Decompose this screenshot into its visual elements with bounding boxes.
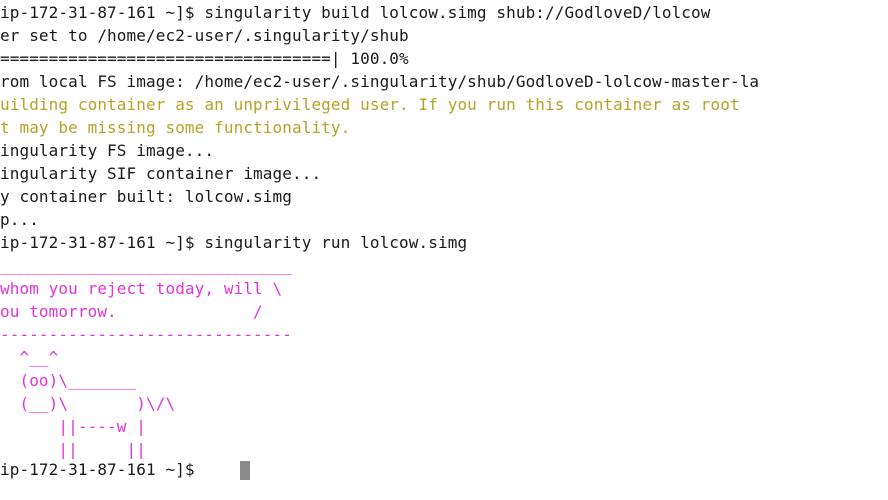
cowsay-bubble-bottom: ------------------------------ bbox=[0, 325, 292, 344]
text-cursor bbox=[240, 461, 250, 480]
cowsay-bubble-text: whom you reject today, will \ bbox=[0, 279, 283, 298]
progress-line: ==================================| 100.… bbox=[0, 49, 409, 68]
warning-line: uilding container as an unprivileged use… bbox=[0, 95, 740, 114]
output-line: p... bbox=[0, 210, 39, 229]
cowsay-bubble-top: ______________________________ bbox=[0, 256, 292, 275]
output-line: rom local FS image: /home/ec2-user/.sing… bbox=[0, 72, 760, 91]
output-line: y container built: lolcow.simg bbox=[0, 187, 292, 206]
command-line-run: ip-172-31-87-161 ~]$ singularity run lol… bbox=[0, 233, 468, 252]
warning-line: t may be missing some functionality. bbox=[0, 118, 351, 137]
shell-prompt[interactable]: ip-172-31-87-161 ~]$ bbox=[0, 459, 204, 482]
command-line-build: ip-172-31-87-161 ~]$ singularity build l… bbox=[0, 3, 711, 22]
cowsay-cow-art: (__)\ )\/\ bbox=[0, 394, 176, 413]
cowsay-cow-art: ||----w | bbox=[0, 417, 146, 436]
cowsay-bubble-text: ou tomorrow. / bbox=[0, 302, 263, 321]
output-line: ingularity SIF container image... bbox=[0, 164, 322, 183]
output-line: ingularity FS image... bbox=[0, 141, 215, 160]
cowsay-cow-art: ^__^ bbox=[0, 348, 59, 367]
output-line: er set to /home/ec2-user/.singularity/sh… bbox=[0, 26, 409, 45]
cowsay-cow-art: (oo)\_______ bbox=[0, 371, 137, 390]
terminal-window[interactable]: ip-172-31-87-161 ~]$ singularity build l… bbox=[0, 0, 888, 500]
